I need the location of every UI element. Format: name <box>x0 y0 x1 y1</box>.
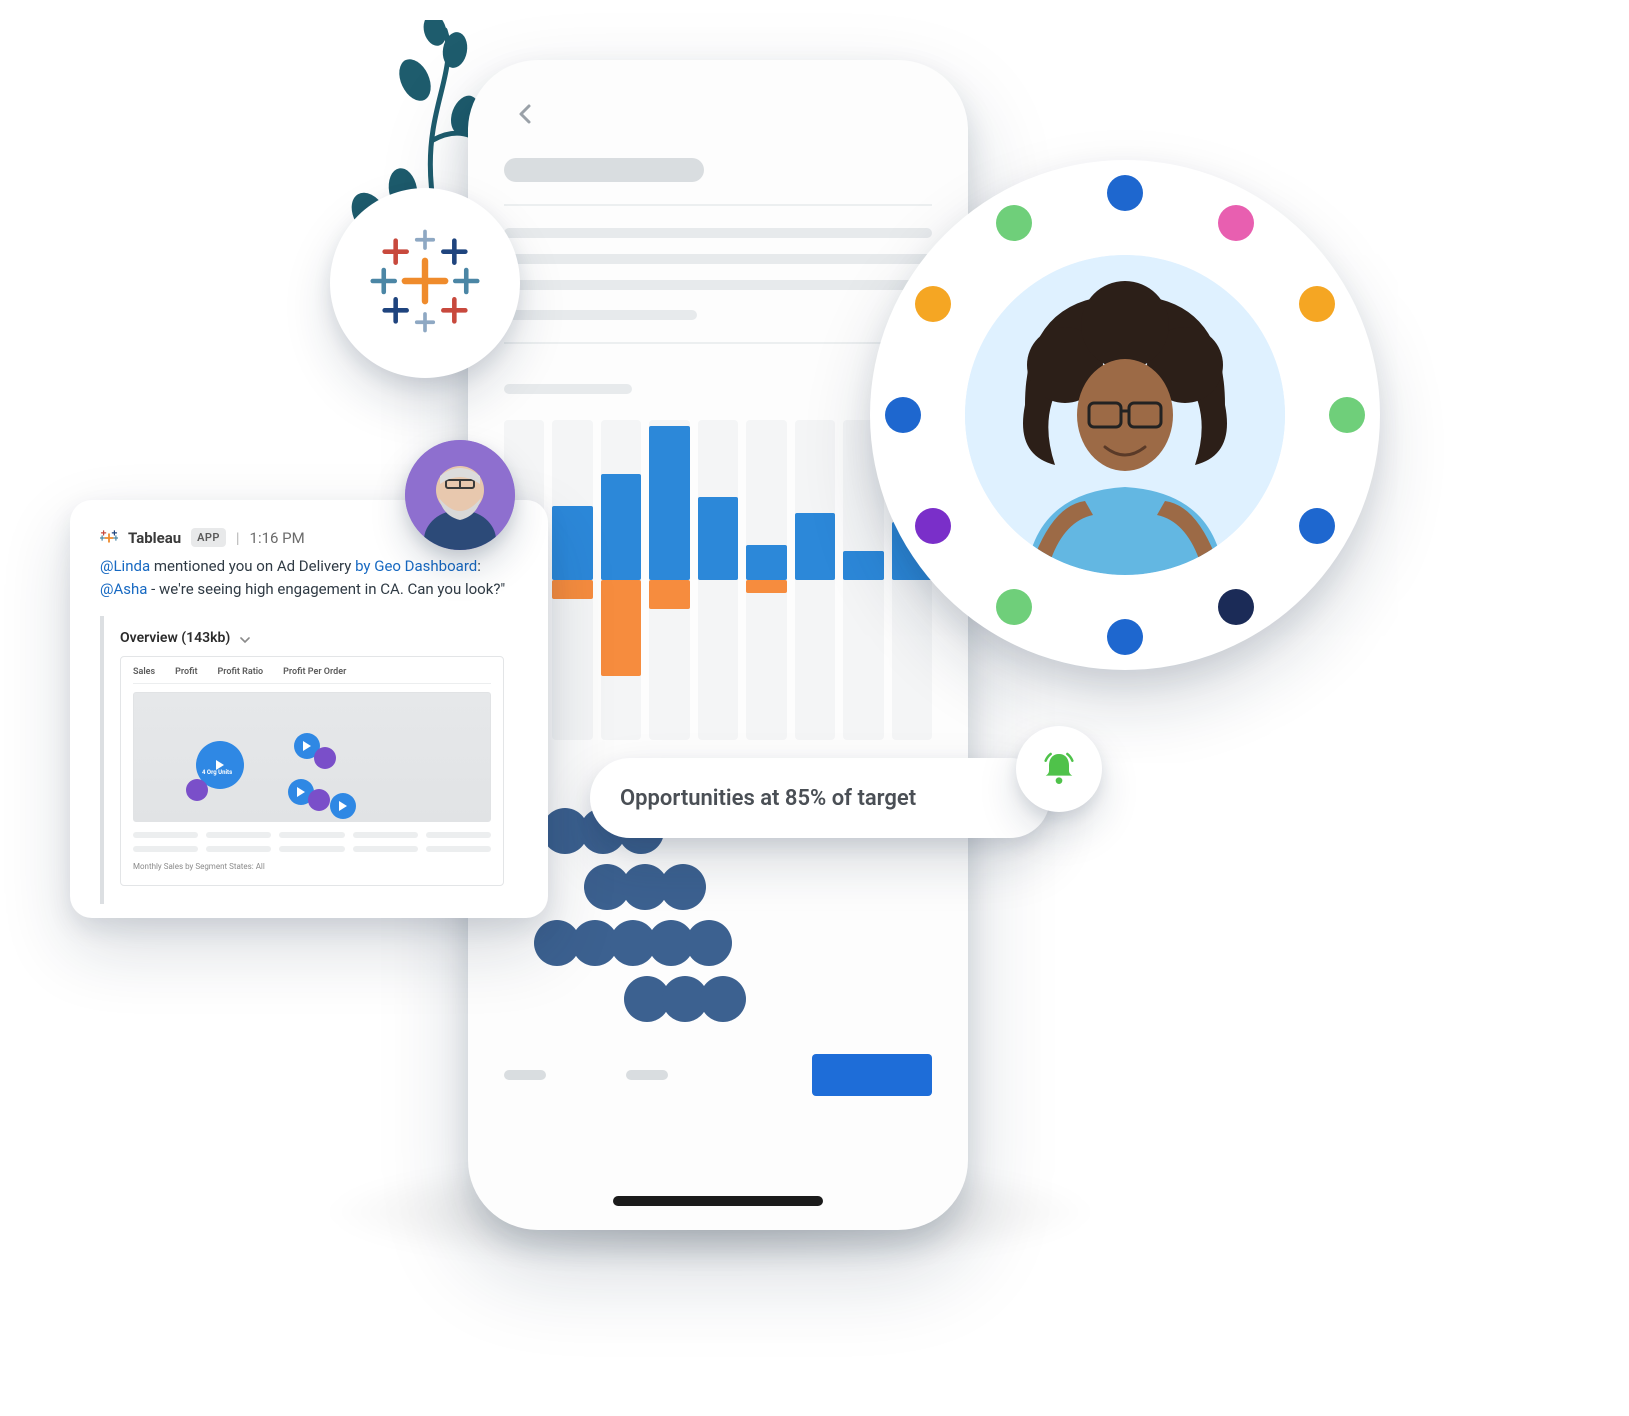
bar-slot <box>795 420 835 740</box>
slack-notification-card: Tableau APP | 1:16 PM @Linda mentioned y… <box>70 500 548 918</box>
slack-embed: Overview (143kb) Sales Profit Profit Ratio… <box>100 616 518 904</box>
bar-slot <box>698 420 738 740</box>
geo-map: 4 Org Units <box>133 692 491 822</box>
bar-slot <box>601 420 641 740</box>
axis-tick-labels <box>504 1070 668 1080</box>
notification-text: Opportunities at 85% of target <box>620 786 916 811</box>
dot-row <box>624 974 932 1024</box>
dashboard-link[interactable]: by Geo Dashboard <box>355 557 477 575</box>
app-name: Tableau <box>128 529 181 547</box>
tableau-logo-icon <box>100 529 118 547</box>
chevron-down-icon <box>240 633 250 643</box>
map-pin[interactable] <box>314 747 336 769</box>
embed-title[interactable]: Overview (143kb) <box>120 630 504 646</box>
home-indicator[interactable] <box>613 1196 823 1206</box>
notification-pill[interactable]: Opportunities at 85% of target <box>590 758 1050 838</box>
distribution-dot <box>700 976 746 1022</box>
ring-dot <box>996 589 1032 625</box>
skeleton-line <box>504 254 932 264</box>
ring-dot <box>1218 205 1254 241</box>
ring-dot <box>1299 286 1335 322</box>
bar-slot <box>552 420 592 740</box>
dot-row <box>534 918 932 968</box>
avatar-large <box>965 255 1285 575</box>
message-timestamp: 1:16 PM <box>250 529 305 547</box>
skeleton-line <box>504 280 923 290</box>
skeleton-line <box>504 384 632 394</box>
dot-distribution <box>504 806 932 1024</box>
slack-message-body: @Linda mentioned you on Ad Delivery by G… <box>100 555 518 602</box>
dashboard-preview[interactable]: SalesProfitProfit RatioProfit Per Order … <box>120 656 504 886</box>
ring-dot <box>885 397 921 433</box>
distribution-dot <box>660 864 706 910</box>
page-title-skeleton <box>504 158 704 182</box>
bar-slot <box>649 420 689 740</box>
skeleton-line <box>504 228 932 238</box>
dot-row <box>584 862 932 912</box>
distribution-dot <box>686 920 732 966</box>
bar-slot <box>746 420 786 740</box>
embed-tab[interactable]: Profit Per Order <box>283 667 346 677</box>
map-pin[interactable] <box>186 779 208 801</box>
ring-dot <box>996 205 1032 241</box>
ring-dot <box>1107 175 1143 211</box>
tableau-logo-icon <box>370 226 480 340</box>
notification-bell[interactable] <box>1016 726 1102 812</box>
mention-linda[interactable]: @Linda <box>100 557 150 575</box>
skeleton-line <box>504 310 697 320</box>
bell-icon <box>1039 749 1079 789</box>
avatar-small <box>405 440 515 550</box>
back-button[interactable] <box>514 102 538 126</box>
app-badge: APP <box>191 528 226 547</box>
avatar-ring <box>870 160 1380 670</box>
embed-tab[interactable]: Profit <box>175 667 197 677</box>
map-pin[interactable] <box>330 793 356 819</box>
ring-dot <box>1107 619 1143 655</box>
primary-action-button[interactable] <box>812 1054 932 1096</box>
embed-footer-note: Monthly Sales by Segment States: All <box>133 862 491 871</box>
ring-dot <box>1329 397 1365 433</box>
ring-dot <box>915 286 951 322</box>
mention-asha[interactable]: @Asha <box>100 580 147 598</box>
ring-dot <box>1299 508 1335 544</box>
map-pin[interactable] <box>308 789 330 811</box>
ring-dot <box>915 508 951 544</box>
map-pin-label: 4 Org Units <box>202 769 232 776</box>
embed-tab[interactable]: Profit Ratio <box>218 667 264 677</box>
diverging-bar-chart <box>504 420 932 740</box>
tableau-logo-bubble <box>330 188 520 378</box>
embed-tab[interactable]: Sales <box>133 667 155 677</box>
ring-dot <box>1218 589 1254 625</box>
